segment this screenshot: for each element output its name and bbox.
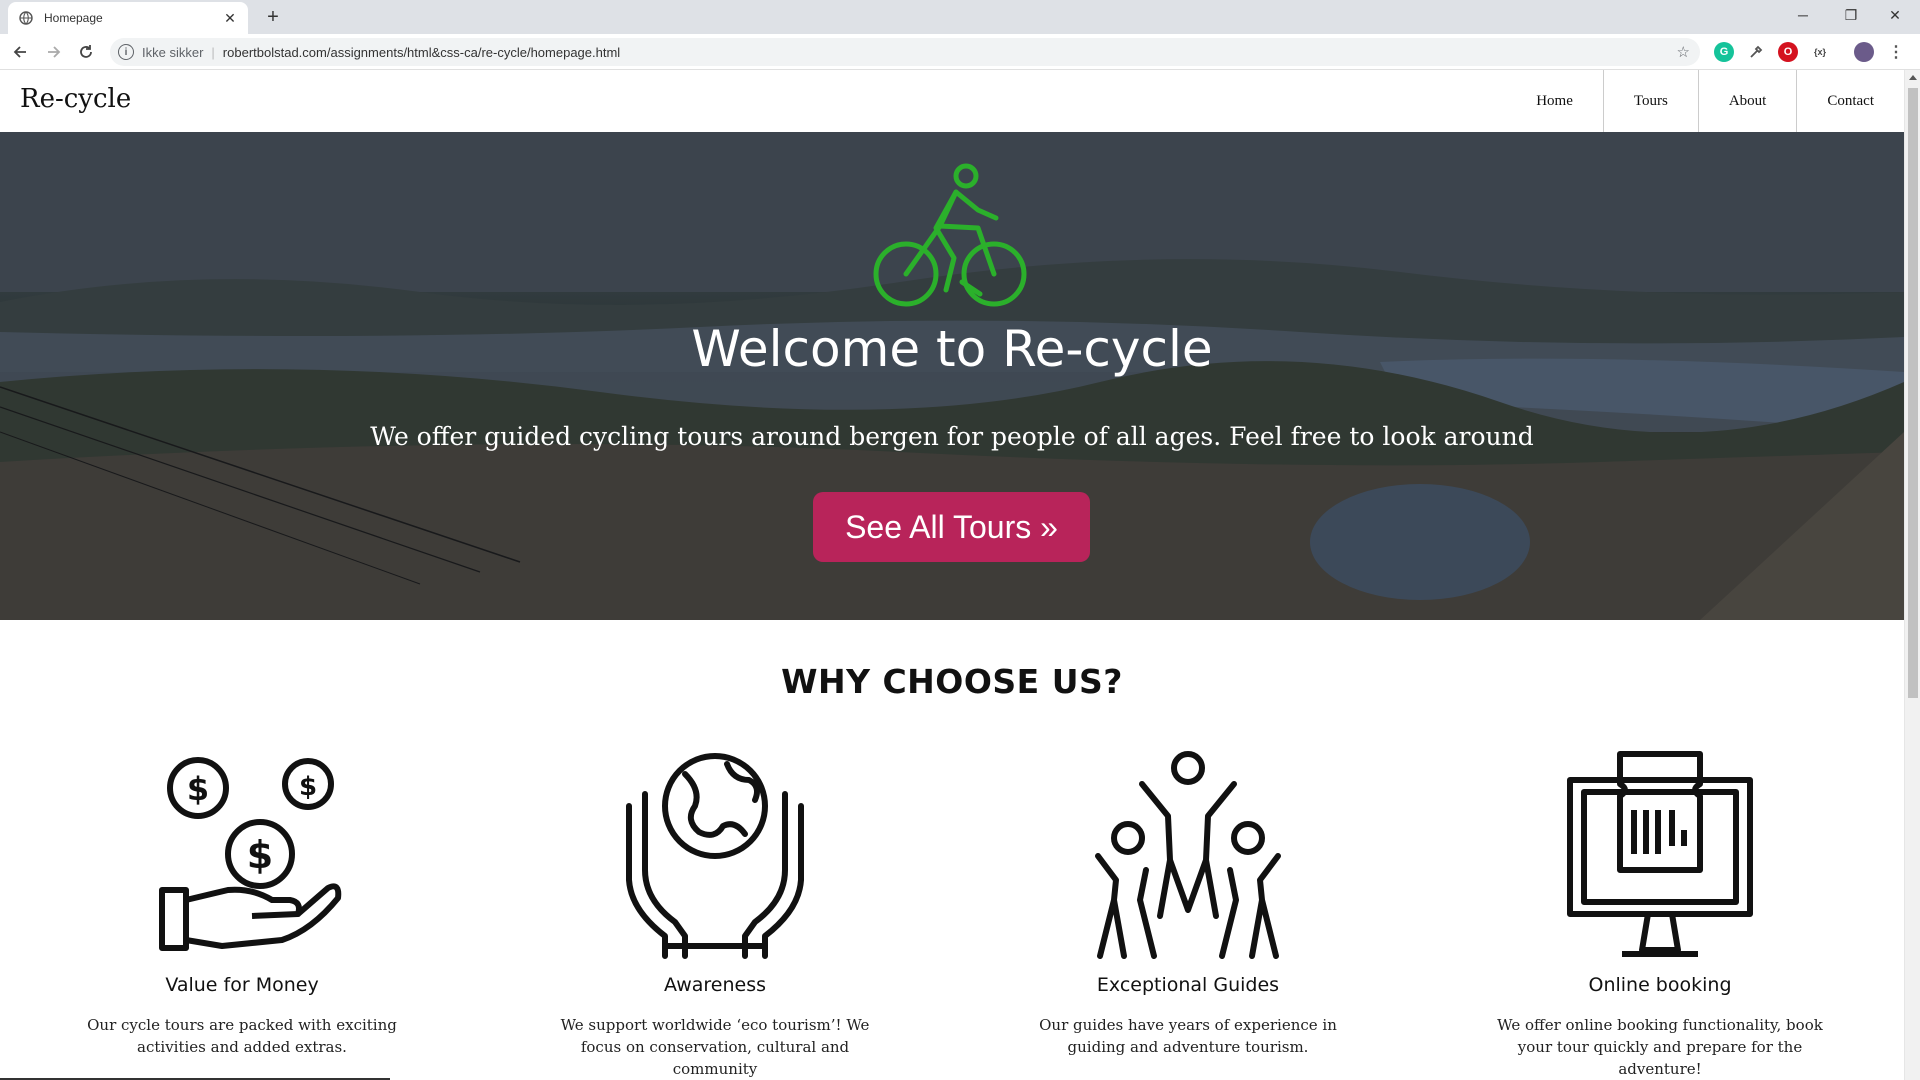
feature-title: Exceptional Guides bbox=[1096, 974, 1280, 996]
eyedropper-extension-icon[interactable] bbox=[1746, 42, 1766, 62]
hero-subtitle: We offer guided cycling tours around ber… bbox=[370, 422, 1534, 451]
browser-tabstrip: Homepage ✕ + ─ ❐ ✕ bbox=[0, 0, 1920, 34]
feature-text: Our guides have years of experience in g… bbox=[1039, 1016, 1337, 1056]
browser-tab[interactable]: Homepage ✕ bbox=[8, 2, 248, 34]
braces-extension-icon[interactable]: {x} bbox=[1810, 42, 1830, 62]
reload-icon[interactable] bbox=[74, 40, 98, 64]
svg-text:$: $ bbox=[299, 772, 317, 802]
see-all-tours-button[interactable]: See All Tours » bbox=[813, 492, 1090, 562]
globe-icon bbox=[18, 10, 34, 26]
tab-title: Homepage bbox=[44, 11, 103, 25]
tab-close-icon[interactable]: ✕ bbox=[222, 10, 238, 27]
people-group-icon bbox=[1095, 751, 1281, 959]
feature-card: Exceptional Guides Our guides have years… bbox=[998, 750, 1378, 1058]
feature-card: Online booking We offer online booking f… bbox=[1470, 750, 1850, 1080]
scroll-up-icon[interactable] bbox=[1909, 75, 1917, 80]
feature-title: Awareness bbox=[663, 974, 767, 996]
window-minimize-button[interactable]: ─ bbox=[1780, 0, 1826, 30]
feature-title: Value for Money bbox=[165, 974, 319, 996]
opera-extension-icon[interactable]: O bbox=[1778, 42, 1798, 62]
why-choose-us-heading: WHY CHOOSE US? bbox=[781, 662, 1123, 701]
security-label: Ikke sikker bbox=[142, 44, 204, 60]
hero-section: Welcome to Re-cycle We offer guided cycl… bbox=[0, 132, 1904, 620]
info-icon[interactable]: i bbox=[118, 44, 134, 60]
site-logo[interactable]: Re-cycle bbox=[20, 84, 131, 114]
window-restore-button[interactable]: ❐ bbox=[1828, 0, 1874, 30]
bookmark-star-icon[interactable]: ☆ bbox=[1677, 43, 1690, 61]
address-bar[interactable]: i Ikke sikker | robertbolstad.com/assign… bbox=[110, 38, 1700, 66]
feature-text: Our cycle tours are packed with exciting… bbox=[87, 1016, 397, 1056]
svg-text:$: $ bbox=[247, 833, 273, 877]
feature-text: We offer online booking functionality, b… bbox=[1497, 1016, 1823, 1078]
feature-text: We support worldwide ‘eco tourism’! We f… bbox=[560, 1016, 870, 1078]
grammarly-extension-icon[interactable]: G bbox=[1714, 42, 1734, 62]
feature-card: Awareness We support worldwide ‘eco tour… bbox=[525, 750, 905, 1080]
scrollbar-thumb[interactable] bbox=[1908, 88, 1918, 698]
money-hand-icon: $ $ $ bbox=[159, 757, 342, 951]
features-row: $ $ $ Value for Money Our cycle tours ar… bbox=[0, 750, 1904, 1080]
globe-hands-icon bbox=[626, 753, 804, 959]
nav-contact[interactable]: Contact bbox=[1796, 70, 1904, 132]
back-icon[interactable] bbox=[8, 40, 32, 64]
main-nav: Home Tours About Contact bbox=[1506, 70, 1904, 132]
nav-home[interactable]: Home bbox=[1506, 70, 1603, 132]
page-scrollbar[interactable] bbox=[1904, 70, 1920, 1080]
cyclist-icon bbox=[873, 163, 1027, 307]
browser-menu-icon[interactable]: ⋮ bbox=[1886, 42, 1906, 62]
forward-icon[interactable] bbox=[42, 40, 66, 64]
feature-title: Online booking bbox=[1588, 974, 1732, 996]
hero-title: Welcome to Re-cycle bbox=[691, 320, 1213, 378]
ticket-monitor-icon bbox=[1567, 751, 1753, 957]
avatar[interactable] bbox=[1854, 42, 1874, 62]
nav-about[interactable]: About bbox=[1697, 70, 1797, 132]
nav-tours[interactable]: Tours bbox=[1602, 70, 1698, 132]
new-tab-button[interactable]: + bbox=[262, 6, 284, 28]
svg-text:$: $ bbox=[187, 770, 209, 808]
webpage: Re-cycle Home Tours About Contact Welcom… bbox=[0, 70, 1904, 1080]
site-header: Re-cycle Home Tours About Contact bbox=[0, 70, 1904, 132]
address-separator: | bbox=[211, 44, 215, 60]
url-text[interactable]: robertbolstad.com/assignments/html&css-c… bbox=[223, 45, 620, 60]
window-close-button[interactable]: ✕ bbox=[1872, 0, 1918, 30]
browser-toolbar: i Ikke sikker | robertbolstad.com/assign… bbox=[0, 34, 1920, 70]
feature-card: $ $ $ Value for Money Our cycle tours ar… bbox=[52, 750, 432, 1058]
